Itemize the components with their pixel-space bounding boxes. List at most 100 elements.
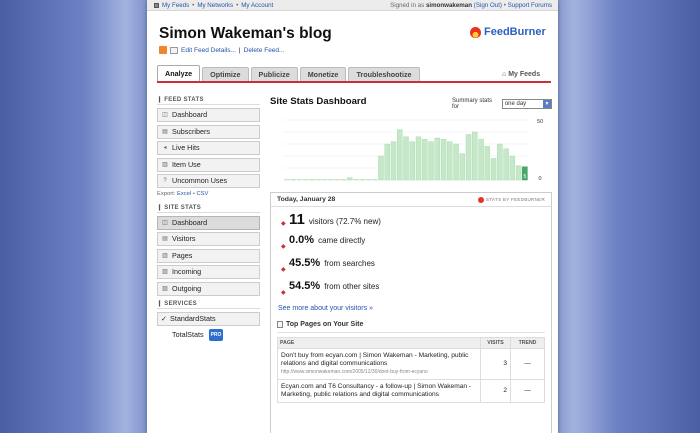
chart-bar[interactable] xyxy=(503,148,509,181)
my-networks-link[interactable]: My Networks xyxy=(197,0,233,11)
top-nav: My Feeds • My Networks • My Account xyxy=(153,0,273,10)
summary-period-select[interactable]: one day ▼ xyxy=(501,99,552,109)
page-title-link[interactable]: Ecyan.com and T6 Consultancy - a follow-… xyxy=(281,383,471,398)
bullet-icon: ◆ xyxy=(281,267,286,273)
sidebar-item-label: Pages xyxy=(172,250,193,260)
chart-bar[interactable] xyxy=(384,143,390,181)
chart-bar[interactable] xyxy=(459,153,466,181)
sidebar-item-feed-item-use[interactable]: ▥ Item Use xyxy=(157,157,260,172)
sign-out-link[interactable]: (Sign Out) xyxy=(474,2,502,9)
page-title-link[interactable]: Don't buy from ecyan.com | Simon Wakeman… xyxy=(281,352,468,367)
trend-value: — xyxy=(510,348,545,380)
tab-monetize[interactable]: Monetize xyxy=(299,67,347,81)
support-forums-link[interactable]: Support Forums xyxy=(508,2,552,9)
tab-publicize[interactable]: Publicize xyxy=(250,67,298,81)
dashboard-icon: ◫ xyxy=(162,219,168,226)
main-tabs: Analyze Optimize Publicize Monetize Trou… xyxy=(157,65,420,81)
chart-bar[interactable] xyxy=(434,137,441,181)
incoming-icon: ▧ xyxy=(162,269,168,275)
pro-badge: PRO xyxy=(208,329,224,341)
sidebar-item-site-dashboard[interactable]: ◫ Dashboard xyxy=(157,215,260,230)
chart-bar[interactable] xyxy=(465,134,472,181)
sidebar-item-feed-subscribers[interactable]: ▤ Subscribers xyxy=(157,124,260,139)
chart-bar[interactable] xyxy=(378,155,384,181)
searches-link[interactable]: searches xyxy=(342,259,374,268)
chart-bar[interactable] xyxy=(447,141,453,181)
tab-troubleshootize[interactable]: Troubleshootize xyxy=(348,67,420,81)
sidebar-item-label: Dashboard xyxy=(172,110,208,119)
more-visitors-link-row: See more about your visitors » xyxy=(271,305,551,312)
chart-bar[interactable] xyxy=(472,131,478,181)
subscribers-icon: ▤ xyxy=(162,128,168,135)
stat-other-sites: ◆ 54.5% from other sites xyxy=(281,280,380,296)
outgoing-icon: ▨ xyxy=(162,285,168,292)
chart-bar[interactable] xyxy=(497,143,503,181)
table-row: Don't buy from ecyan.com | Simon Wakeman… xyxy=(277,348,545,380)
sidebar-item-label: Outgoing xyxy=(172,283,202,293)
chart-bar[interactable] xyxy=(515,165,522,181)
y-tick-label: 0 xyxy=(538,176,541,182)
sidebar-item-standardstats[interactable]: ✓ StandardStats xyxy=(157,311,260,326)
rss-icon xyxy=(159,46,167,54)
tab-underline xyxy=(157,81,551,83)
bullet-icon: ◆ xyxy=(281,221,286,227)
my-feeds-shortcut[interactable]: ⌂ My Feeds xyxy=(502,71,540,78)
chart-bar[interactable] xyxy=(403,136,409,181)
more-visitors-link[interactable]: See more about your visitors » xyxy=(278,305,373,312)
sidebar-item-feed-live-hits[interactable]: ◂ Live Hits xyxy=(157,141,260,155)
feedburner-flame-icon xyxy=(478,196,485,203)
chart-bar[interactable] xyxy=(440,139,447,181)
sidebar-item-label: Subscribers xyxy=(172,126,210,136)
visits-count: 2 xyxy=(480,378,511,404)
chart-bar[interactable] xyxy=(490,158,497,181)
sidebar-item-label: Visitors xyxy=(172,234,196,243)
feedburner-logo: FeedBurner xyxy=(470,26,546,38)
chart-bar[interactable] xyxy=(428,141,434,181)
chart-bar[interactable] xyxy=(397,129,403,181)
column-header-visits: VISITS xyxy=(480,337,511,349)
sidebar-item-feed-uncommon-uses[interactable]: ? Uncommon Uses xyxy=(157,174,260,188)
pages-icon: ▥ xyxy=(162,252,168,259)
top-pages-title: Top Pages on Your Site xyxy=(277,321,545,333)
sidebar-item-site-incoming[interactable]: ▧ Incoming xyxy=(157,265,260,279)
bullet-icon: ◆ xyxy=(281,244,286,250)
signed-in-info: Signed in as simonwakeman (Sign Out) • S… xyxy=(390,2,552,9)
top-pages-section: Top Pages on Your Site PAGE VISITS TREND xyxy=(277,321,545,404)
sidebar-item-site-visitors[interactable]: ▤ Visitors xyxy=(157,232,260,246)
sidebar-item-site-pages[interactable]: ▥ Pages xyxy=(157,248,260,263)
sidebar-item-totalstats[interactable]: TotalStats PRO xyxy=(157,328,260,342)
sidebar-item-site-outgoing[interactable]: ▨ Outgoing xyxy=(157,281,260,296)
chart-bar[interactable] xyxy=(453,143,459,181)
panel-header: Today, January 28 STATS BY FEEDBURNER xyxy=(271,193,551,207)
page-url: http://www.simonwakeman.com/2005/12/30/d… xyxy=(281,368,428,375)
bar-data-label: 5 xyxy=(523,174,526,180)
chart-bar[interactable] xyxy=(422,139,428,181)
export-excel-link[interactable]: Excel xyxy=(177,191,191,197)
export-links: Export: Excel • CSV xyxy=(157,190,209,197)
visitors-icon: ▤ xyxy=(162,236,168,242)
column-header-trend: TREND xyxy=(510,337,545,349)
sidebar-item-feed-dashboard[interactable]: ◫ Dashboard xyxy=(157,108,260,122)
export-csv-link[interactable]: CSV xyxy=(196,191,208,197)
chart-bar[interactable] xyxy=(478,139,484,181)
edit-feed-link[interactable]: Edit Feed Details... xyxy=(181,47,236,54)
feed-actions: Edit Feed Details... | Delete Feed... xyxy=(159,46,284,54)
stat-direct: ◆ 0.0% came directly xyxy=(281,234,366,250)
sidebar-item-label: Uncommon Uses xyxy=(172,176,228,185)
y-tick-label: 50 xyxy=(537,119,543,125)
chart-bar[interactable] xyxy=(415,136,422,181)
other-sites-link[interactable]: other sites xyxy=(342,282,379,291)
sidebar-item-label: Incoming xyxy=(172,267,202,276)
tab-optimize[interactable]: Optimize xyxy=(202,67,249,81)
my-feeds-link[interactable]: My Feeds xyxy=(162,0,189,11)
sidebar-item-label: Item Use xyxy=(172,159,201,169)
tab-analyze[interactable]: Analyze xyxy=(157,65,201,81)
chart-bar[interactable] xyxy=(409,141,415,181)
sidebar-item-label: Dashboard xyxy=(172,217,208,227)
chart-bar[interactable] xyxy=(484,146,491,181)
delete-feed-link[interactable]: Delete Feed... xyxy=(244,47,285,54)
chart-bar[interactable] xyxy=(509,155,516,181)
my-account-link[interactable]: My Account xyxy=(241,0,273,11)
chart-bar[interactable] xyxy=(346,177,353,181)
chart-bar[interactable] xyxy=(390,141,397,181)
